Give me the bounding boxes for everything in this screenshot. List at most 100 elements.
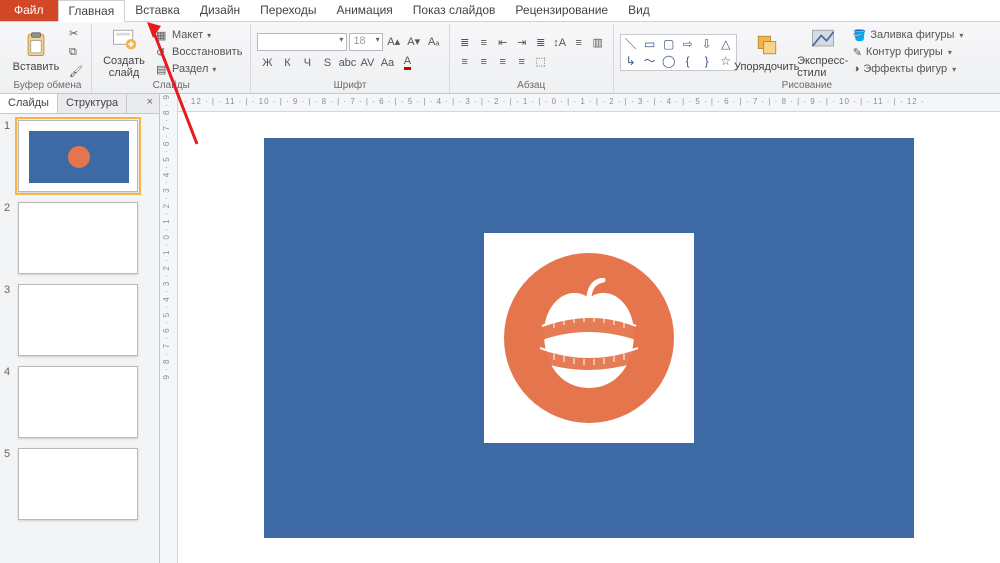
section-label: Раздел bbox=[172, 63, 208, 75]
chevron-down-icon: ▾ bbox=[959, 31, 963, 40]
panel-tab-outline[interactable]: Структура bbox=[58, 94, 127, 113]
arrange-icon bbox=[753, 31, 781, 59]
tab-review[interactable]: Рецензирование bbox=[505, 0, 618, 21]
group-label-clipboard: Буфер обмена bbox=[10, 80, 85, 93]
ribbon-tabs: Файл Главная Вставка Дизайн Переходы Ани… bbox=[0, 0, 1000, 22]
align-left-button[interactable]: ≡ bbox=[456, 53, 474, 71]
shape-effects-button[interactable]: ◑Эффекты фигур▾ bbox=[853, 61, 964, 77]
italic-button[interactable]: К bbox=[277, 54, 297, 72]
copy-button[interactable]: ⧉ bbox=[66, 43, 85, 61]
reset-button[interactable]: ↺Восстановить bbox=[154, 44, 244, 60]
line-spacing-button[interactable]: ≣ bbox=[532, 34, 550, 52]
shape-rect-icon: ▭ bbox=[641, 36, 659, 52]
align-center-button[interactable]: ≡ bbox=[475, 53, 493, 71]
slide-thumbnail-2[interactable] bbox=[18, 202, 138, 274]
cut-button[interactable]: ✂ bbox=[66, 24, 85, 42]
clear-format-button[interactable]: Aₐ bbox=[425, 33, 443, 51]
arrange-label: Упорядочить bbox=[734, 61, 799, 73]
slide-thumbnail-4[interactable] bbox=[18, 366, 138, 438]
shape-free-icon: ～ bbox=[641, 53, 659, 69]
format-painter-button[interactable]: 🖌 bbox=[66, 62, 85, 80]
shape-line-icon: ＼ bbox=[622, 36, 640, 52]
scissors-icon: ✂ bbox=[69, 27, 82, 40]
justify-button[interactable]: ≡ bbox=[513, 53, 531, 71]
strike-button[interactable]: abc bbox=[337, 54, 357, 72]
shape-effects-label: Эффекты фигур bbox=[863, 63, 947, 75]
tab-slideshow[interactable]: Показ слайдов bbox=[403, 0, 506, 21]
smartart-button[interactable]: ⬚ bbox=[532, 53, 550, 71]
shape-outline-button[interactable]: ✎Контур фигуры▾ bbox=[853, 44, 964, 60]
quick-styles-button[interactable]: Экспресс-стили bbox=[797, 24, 849, 80]
grow-font-button[interactable]: A▴ bbox=[385, 33, 403, 51]
slide-thumbnail-3[interactable] bbox=[18, 284, 138, 356]
group-drawing: ＼ ▭ ▢ ⇨ ⇩ △ ↳ ～ ◯ { } ☆ Упорядочить Эксп… bbox=[614, 24, 1000, 93]
columns-button[interactable]: ▥ bbox=[589, 34, 607, 52]
section-icon: ▤ bbox=[156, 63, 169, 76]
text-direction-button[interactable]: ↕A bbox=[551, 34, 569, 52]
shape-star-icon: ☆ bbox=[717, 53, 735, 69]
font-color-button[interactable]: A bbox=[397, 54, 417, 72]
slide-image[interactable] bbox=[484, 233, 694, 443]
font-family-select[interactable]: ▾ bbox=[257, 33, 347, 51]
editor-area: · 12 · | · 11 · | · 10 · | · 9 · | · 8 ·… bbox=[178, 94, 1000, 563]
ribbon: Вставить ✂ ⧉ 🖌 Буфер обмена Создать слай… bbox=[0, 22, 1000, 94]
tab-transitions[interactable]: Переходы bbox=[250, 0, 326, 21]
apple-tape-icon bbox=[534, 278, 644, 398]
numbering-button[interactable]: ≡ bbox=[475, 34, 493, 52]
tab-insert[interactable]: Вставка bbox=[125, 0, 190, 21]
new-slide-button[interactable]: Создать слайд bbox=[98, 24, 150, 80]
chevron-down-icon: ▾ bbox=[376, 35, 380, 44]
changecase-button[interactable]: Aa bbox=[377, 54, 397, 72]
shape-conn-icon: ↳ bbox=[622, 53, 640, 69]
indent-dec-button[interactable]: ⇤ bbox=[494, 34, 512, 52]
align-text-button[interactable]: ≡ bbox=[570, 34, 588, 52]
tab-file[interactable]: Файл bbox=[0, 0, 58, 21]
tab-design[interactable]: Дизайн bbox=[190, 0, 250, 21]
ruler-h-ticks: · 12 · | · 11 · | · 10 · | · 9 · | · 8 ·… bbox=[178, 94, 1000, 106]
section-button[interactable]: ▤Раздел▾ bbox=[154, 61, 244, 77]
bullets-button[interactable]: ≣ bbox=[456, 34, 474, 52]
slide-stage[interactable] bbox=[178, 112, 1000, 563]
arrange-button[interactable]: Упорядочить bbox=[741, 24, 793, 80]
slide-number: 3 bbox=[4, 284, 14, 356]
font-size-select[interactable]: 18 ▾ bbox=[349, 33, 382, 51]
clipboard-small: ✂ ⧉ 🖌 bbox=[66, 24, 85, 80]
workspace: Слайды Структура × 1 2 3 4 5 9 · 8 · 7 ·… bbox=[0, 94, 1000, 563]
spacing-button[interactable]: AV bbox=[357, 54, 377, 72]
underline-button[interactable]: Ч bbox=[297, 54, 317, 72]
group-slides: Создать слайд ▦Макет▾ ↺Восстановить ▤Раз… bbox=[92, 24, 251, 93]
indent-inc-button[interactable]: ⇥ bbox=[513, 34, 531, 52]
tab-view[interactable]: Вид bbox=[618, 0, 660, 21]
pen-icon: ✎ bbox=[853, 46, 862, 59]
brush-icon: 🖌 bbox=[69, 65, 82, 78]
ruler-v-ticks: 9 · 8 · 7 · 6 · 5 · 4 · 3 · 2 · 1 · 0 · … bbox=[160, 94, 173, 386]
quick-styles-label: Экспресс-стили bbox=[797, 55, 848, 79]
tab-home[interactable]: Главная bbox=[58, 0, 126, 22]
layout-button[interactable]: ▦Макет▾ bbox=[154, 27, 244, 43]
align-right-button[interactable]: ≡ bbox=[494, 53, 512, 71]
chevron-down-icon: ▾ bbox=[207, 31, 211, 40]
shapes-gallery[interactable]: ＼ ▭ ▢ ⇨ ⇩ △ ↳ ～ ◯ { } ☆ bbox=[620, 34, 737, 71]
paste-label: Вставить bbox=[13, 61, 60, 73]
shape-tri-icon: △ bbox=[717, 36, 735, 52]
bold-button[interactable]: Ж bbox=[257, 54, 277, 72]
shadow-button[interactable]: S bbox=[317, 54, 337, 72]
paste-button[interactable]: Вставить bbox=[10, 24, 62, 80]
group-label-paragraph: Абзац bbox=[456, 80, 607, 93]
slide-thumbnail-5[interactable] bbox=[18, 448, 138, 520]
group-label-drawing: Рисование bbox=[620, 80, 994, 93]
shape-fill-button[interactable]: 🪣Заливка фигуры▾ bbox=[853, 27, 964, 43]
panel-close-button[interactable]: × bbox=[141, 94, 159, 113]
tab-animation[interactable]: Анимация bbox=[326, 0, 402, 21]
new-slide-icon bbox=[110, 25, 138, 53]
slide-thumbnail-1[interactable] bbox=[18, 120, 138, 192]
ruler-vertical: 9 · 8 · 7 · 6 · 5 · 4 · 3 · 2 · 1 · 0 · … bbox=[160, 94, 178, 563]
group-label-font: Шрифт bbox=[257, 80, 442, 93]
shrink-font-button[interactable]: A▾ bbox=[405, 33, 423, 51]
shape-oval-icon: ◯ bbox=[660, 53, 678, 69]
slide-number: 2 bbox=[4, 202, 14, 274]
current-slide[interactable] bbox=[264, 138, 914, 538]
panel-tab-slides[interactable]: Слайды bbox=[0, 94, 58, 113]
slide-thumbnails[interactable]: 1 2 3 4 5 bbox=[0, 114, 159, 563]
font-size-value: 18 bbox=[353, 35, 365, 47]
